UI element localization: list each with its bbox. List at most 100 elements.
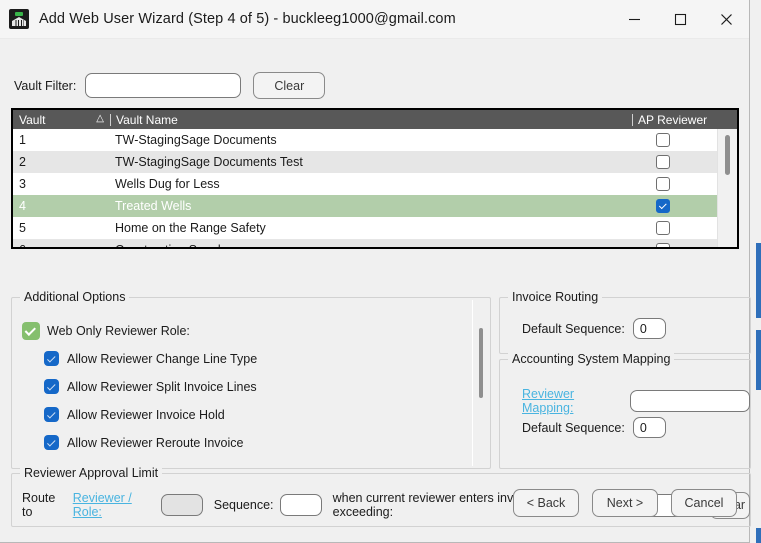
invoice-routing-default-sequence-row: Default Sequence:	[522, 318, 666, 339]
minimize-icon[interactable]	[611, 0, 657, 39]
ap-reviewer-checkbox[interactable]	[656, 155, 670, 169]
reviewer-permission-option[interactable]: Allow Reviewer Invoice Hold	[44, 404, 257, 425]
title-bar[interactable]: Add Web User Wizard (Step 4 of 5) - buck…	[0, 0, 749, 39]
wizard-footer: < Back Next > Cancel	[513, 489, 737, 517]
invoice-routing-legend: Invoice Routing	[508, 290, 603, 304]
cancel-button[interactable]: Cancel	[671, 489, 737, 517]
reviewer-permission-checkbox[interactable]	[44, 379, 59, 394]
table-row[interactable]: 2 TW-StagingSage Documents Test	[13, 151, 717, 173]
vault-filter-row: Vault Filter: Clear	[0, 72, 749, 99]
cell-vault-name: TW-StagingSage Documents	[115, 133, 277, 147]
reviewer-permission-option[interactable]: Allow Reviewer Reroute Invoice	[44, 432, 257, 453]
vault-filter-input[interactable]	[85, 73, 242, 98]
column-header-vault-name-label: Vault Name	[116, 112, 178, 127]
reviewer-permission-checkbox[interactable]	[44, 435, 59, 450]
cell-ap-reviewer	[609, 199, 717, 213]
additional-options-scrollbar[interactable]	[472, 300, 488, 466]
vault-grid-scroll-thumb[interactable]	[725, 135, 730, 175]
sort-ascending-icon: △	[96, 113, 104, 124]
reviewer-permission-option[interactable]: Allow Reviewer Change Line Type	[44, 348, 257, 369]
invoice-routing-default-sequence-input[interactable]	[632, 318, 666, 339]
reviewer-role-link[interactable]: Reviewer / Role:	[73, 491, 151, 519]
web-only-reviewer-role-checkbox[interactable]	[22, 322, 40, 340]
column-header-ap-reviewer-label: AP Reviewer	[638, 112, 708, 127]
vault-grid-rows: 1 TW-StagingSage Documents 2 TW-StagingSage…	[13, 129, 737, 247]
accounting-default-sequence-input[interactable]	[632, 417, 666, 438]
close-icon[interactable]	[703, 0, 749, 39]
reviewer-permission-checkbox[interactable]	[44, 407, 59, 422]
table-row[interactable]: 3 Wells Dug for Less	[13, 173, 717, 195]
table-row[interactable]: 4 Treated Wells	[13, 195, 717, 217]
vault-grid-body: 1 TW-StagingSage Documents 2 TW-StagingSage…	[13, 129, 717, 247]
cell-ap-reviewer	[609, 133, 717, 147]
web-only-reviewer-role-option[interactable]: Web Only Reviewer Role:	[22, 322, 190, 340]
ap-reviewer-checkbox[interactable]	[656, 133, 670, 147]
dialog-body: Vault Filter: Clear Vault △ Vault Name A…	[0, 39, 751, 542]
reviewer-permission-label: Allow Reviewer Invoice Hold	[67, 407, 225, 422]
column-header-ap-reviewer[interactable]: AP Reviewer	[629, 110, 737, 129]
column-divider	[110, 113, 111, 126]
ap-reviewer-checkbox[interactable]	[656, 243, 670, 247]
cell-vault-number: 3	[19, 177, 26, 191]
ap-reviewer-checkbox[interactable]	[656, 177, 670, 191]
table-row[interactable]: 6Construction Supply	[13, 239, 717, 247]
invoice-routing-group: Invoice Routing Default Sequence:	[499, 290, 751, 354]
additional-options-scroll-thumb[interactable]	[479, 328, 483, 398]
reviewer-mapping-input[interactable]	[630, 390, 750, 412]
cell-ap-reviewer	[609, 221, 717, 235]
add-web-user-wizard-dialog: Add Web User Wizard (Step 4 of 5) - buck…	[0, 0, 751, 543]
reviewer-permissions-list: Allow Reviewer Change Line Type Allow Rev…	[44, 348, 257, 460]
reviewer-permission-label: Allow Reviewer Reroute Invoice	[67, 435, 244, 450]
accounting-system-mapping-group: Accounting System Mapping Reviewer Mappi…	[499, 352, 751, 469]
vault-filter-label: Vault Filter:	[14, 78, 77, 93]
cell-vault-name: Treated Wells	[115, 199, 192, 213]
background-window-accent-2	[756, 330, 761, 390]
vault-grid-header: Vault △ Vault Name AP Reviewer	[13, 110, 737, 129]
cell-ap-reviewer	[609, 177, 717, 191]
cell-vault-number: 1	[19, 133, 26, 147]
cell-vault-number: 2	[19, 155, 26, 169]
cell-vault-name: Construction Supply	[110, 243, 609, 247]
reviewer-permission-label: Allow Reviewer Split Invoice Lines	[67, 379, 257, 394]
cell-vault-name: Wells Dug for Less	[115, 177, 220, 191]
accounting-default-sequence-row: Default Sequence:	[522, 417, 666, 438]
column-header-vault-label: Vault	[19, 112, 46, 127]
next-button[interactable]: Next >	[592, 489, 658, 517]
window-title: Add Web User Wizard (Step 4 of 5) - buck…	[39, 11, 456, 27]
reviewer-permission-label: Allow Reviewer Change Line Type	[67, 351, 258, 366]
column-header-vault[interactable]: Vault △	[13, 110, 110, 129]
cell-ap-reviewer	[609, 155, 717, 169]
accounting-system-mapping-legend: Accounting System Mapping	[508, 352, 675, 366]
window-controls	[611, 0, 749, 39]
reviewer-permission-option[interactable]: Allow Reviewer Split Invoice Lines	[44, 376, 257, 397]
cell-vault-number: 5	[19, 221, 26, 235]
invoice-routing-default-sequence-label: Default Sequence:	[522, 321, 625, 336]
ap-reviewer-checkbox[interactable]	[656, 199, 670, 213]
web-only-reviewer-role-label: Web Only Reviewer Role:	[47, 324, 190, 338]
background-window-accent	[756, 243, 761, 318]
reviewer-role-input[interactable]	[161, 494, 204, 516]
column-header-vault-name[interactable]: Vault Name	[116, 110, 629, 129]
route-to-label: Route to	[22, 491, 56, 519]
background-window-accent-3	[756, 528, 761, 543]
column-divider-2	[632, 113, 633, 126]
table-row[interactable]: 5 Home on the Range Safety	[13, 217, 717, 239]
ap-reviewer-checkbox[interactable]	[656, 221, 670, 235]
cell-vault-number: 4	[19, 199, 26, 213]
cell-vault-name: TW-StagingSage Documents Test	[115, 155, 303, 169]
reviewer-approval-limit-legend: Reviewer Approval Limit	[20, 466, 163, 480]
bank-building-icon	[9, 9, 29, 29]
vault-grid-scrollbar[interactable]	[717, 129, 737, 247]
approval-sequence-input[interactable]	[280, 494, 323, 516]
table-row[interactable]: 1 TW-StagingSage Documents	[13, 129, 717, 151]
reviewer-mapping-link[interactable]: Reviewer Mapping:	[522, 387, 622, 415]
back-button[interactable]: < Back	[513, 489, 579, 517]
vault-grid: Vault △ Vault Name AP Reviewer 1 TW-Stagi…	[11, 108, 739, 249]
accounting-default-sequence-label: Default Sequence:	[522, 420, 625, 435]
reviewer-permission-checkbox[interactable]	[44, 351, 59, 366]
maximize-icon[interactable]	[657, 0, 703, 39]
additional-options-group: Additional Options Web Only Reviewer Rol…	[11, 290, 491, 469]
reviewer-mapping-row: Reviewer Mapping:	[522, 387, 750, 415]
clear-filter-button[interactable]: Clear	[253, 72, 326, 99]
cell-ap-reviewer	[609, 243, 717, 247]
